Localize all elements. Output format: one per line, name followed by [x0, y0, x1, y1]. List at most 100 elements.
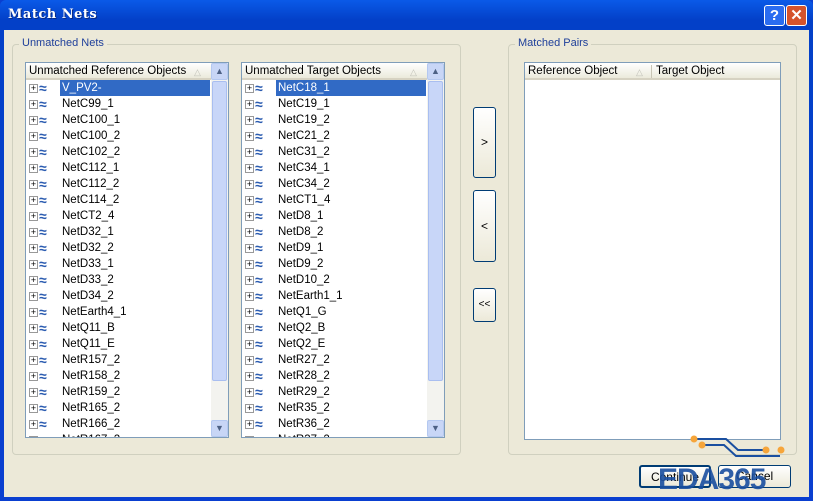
expand-icon[interactable]: +	[29, 228, 38, 237]
net-list-item[interactable]: + ≈ NetD32_2	[26, 240, 211, 256]
net-list-item[interactable]: + ≈ NetD34_2	[26, 288, 211, 304]
net-list-item[interactable]: + ≈ NetR28_2	[242, 368, 427, 384]
scroll-down-icon[interactable]: ▼	[427, 420, 444, 437]
expand-icon[interactable]: +	[245, 308, 254, 317]
net-list-item[interactable]: +≈ NetR37_2	[242, 432, 427, 437]
net-list-item[interactable]: + ≈ NetC102_2	[26, 144, 211, 160]
expand-icon[interactable]: +	[29, 164, 38, 173]
net-list-item[interactable]: + ≈ NetD8_2	[242, 224, 427, 240]
expand-icon[interactable]: +	[29, 420, 38, 429]
expand-icon[interactable]: +	[245, 260, 254, 269]
net-list-item[interactable]: + ≈ NetC31_2	[242, 144, 427, 160]
target-objects-list[interactable]: Unmatched Target Objects △ + ≈ NetC18_1 + ≈ Ne…	[241, 62, 445, 438]
help-button[interactable]: ?	[764, 5, 785, 26]
expand-icon[interactable]: +	[29, 132, 38, 141]
net-list-item[interactable]: + ≈ NetC99_1	[26, 96, 211, 112]
expand-icon[interactable]: +	[245, 116, 254, 125]
net-list-item[interactable]: + ≈ NetC34_1	[242, 160, 427, 176]
net-list-item[interactable]: + ≈ NetC19_2	[242, 112, 427, 128]
expand-icon[interactable]: +	[29, 244, 38, 253]
net-list-item[interactable]: + ≈ V_PV2-	[26, 80, 211, 96]
reference-objects-list[interactable]: Unmatched Reference Objects △ + ≈ V_PV2- + ≈ N…	[25, 62, 229, 438]
col-reference-object[interactable]: Reference Object	[528, 65, 618, 77]
expand-icon[interactable]: +	[245, 420, 254, 429]
net-list-item[interactable]: + ≈ NetQ2_E	[242, 336, 427, 352]
expand-icon[interactable]: +	[29, 100, 38, 109]
scroll-down-icon[interactable]: ▼	[211, 420, 228, 437]
net-list-item[interactable]: + ≈ NetR36_2	[242, 416, 427, 432]
net-list-item[interactable]: + ≈ NetR159_2	[26, 384, 211, 400]
net-list-item[interactable]: + ≈ NetD33_2	[26, 272, 211, 288]
net-list-item[interactable]: + ≈ NetD8_1	[242, 208, 427, 224]
expand-icon[interactable]: +	[245, 356, 254, 365]
close-button[interactable]: ✕	[786, 5, 807, 26]
net-list-item[interactable]: + ≈ NetQ1_G	[242, 304, 427, 320]
net-list-item[interactable]: + ≈ NetR165_2	[26, 400, 211, 416]
scroll-thumb[interactable]	[212, 81, 227, 381]
net-list-item[interactable]: + ≈ NetR158_2	[26, 368, 211, 384]
expand-icon[interactable]: +	[245, 196, 254, 205]
net-list-item[interactable]: + ≈ NetC114_2	[26, 192, 211, 208]
net-list-item[interactable]: + ≈ NetD10_2	[242, 272, 427, 288]
net-list-item[interactable]: + ≈ NetC34_2	[242, 176, 427, 192]
target-scrollbar[interactable]: ▲ ▼	[427, 63, 444, 437]
expand-icon[interactable]: +	[245, 372, 254, 381]
expand-icon[interactable]: +	[245, 244, 254, 253]
net-list-item[interactable]: + ≈ NetR35_2	[242, 400, 427, 416]
net-list-item[interactable]: + ≈ NetC19_1	[242, 96, 427, 112]
matched-pairs-list[interactable]: Reference Object △ Target Object	[524, 62, 781, 440]
expand-icon[interactable]: +	[245, 436, 254, 437]
expand-icon[interactable]: +	[245, 388, 254, 397]
net-list-item[interactable]: + ≈ NetR166_2	[26, 416, 211, 432]
expand-icon[interactable]: +	[29, 276, 38, 285]
unmatch-all-button[interactable]: <<	[473, 288, 496, 322]
expand-icon[interactable]: +	[29, 260, 38, 269]
reference-header[interactable]: Unmatched Reference Objects △	[26, 63, 228, 80]
expand-icon[interactable]: +	[29, 404, 38, 413]
expand-icon[interactable]: +	[245, 324, 254, 333]
net-list-item[interactable]: + ≈ NetC100_1	[26, 112, 211, 128]
expand-icon[interactable]: +	[29, 324, 38, 333]
net-list-item[interactable]: + ≈ NetC21_2	[242, 128, 427, 144]
net-list-item[interactable]: + ≈ NetC18_1	[242, 80, 427, 96]
net-list-item[interactable]: +≈ NetR167_2	[26, 432, 211, 437]
expand-icon[interactable]: +	[245, 212, 254, 221]
scroll-up-icon[interactable]: ▲	[427, 63, 444, 80]
column-divider[interactable]	[651, 65, 652, 78]
net-list-item[interactable]: + ≈ NetQ11_E	[26, 336, 211, 352]
expand-icon[interactable]: +	[245, 100, 254, 109]
expand-icon[interactable]: +	[29, 180, 38, 189]
expand-icon[interactable]: +	[245, 148, 254, 157]
net-list-item[interactable]: + ≈ NetC112_1	[26, 160, 211, 176]
match-button[interactable]: >	[473, 107, 496, 178]
net-list-item[interactable]: + ≈ NetEarth4_1	[26, 304, 211, 320]
expand-icon[interactable]: +	[29, 292, 38, 301]
expand-icon[interactable]: +	[245, 164, 254, 173]
expand-icon[interactable]: +	[29, 436, 38, 437]
net-list-item[interactable]: + ≈ NetEarth1_1	[242, 288, 427, 304]
net-list-item[interactable]: + ≈ NetCT2_4	[26, 208, 211, 224]
net-list-item[interactable]: + ≈ NetC112_2	[26, 176, 211, 192]
unmatch-button[interactable]: <	[473, 190, 496, 262]
expand-icon[interactable]: +	[29, 116, 38, 125]
expand-icon[interactable]: +	[29, 148, 38, 157]
expand-icon[interactable]: +	[29, 388, 38, 397]
net-list-item[interactable]: + ≈ NetR29_2	[242, 384, 427, 400]
net-list-item[interactable]: + ≈ NetD9_1	[242, 240, 427, 256]
net-list-item[interactable]: + ≈ NetR27_2	[242, 352, 427, 368]
expand-icon[interactable]: +	[245, 340, 254, 349]
expand-icon[interactable]: +	[245, 228, 254, 237]
expand-icon[interactable]: +	[29, 356, 38, 365]
net-list-item[interactable]: + ≈ NetD9_2	[242, 256, 427, 272]
scroll-up-icon[interactable]: ▲	[211, 63, 228, 80]
expand-icon[interactable]: +	[29, 372, 38, 381]
net-list-item[interactable]: + ≈ NetQ11_B	[26, 320, 211, 336]
net-list-item[interactable]: + ≈ NetD33_1	[26, 256, 211, 272]
expand-icon[interactable]: +	[245, 276, 254, 285]
col-target-object[interactable]: Target Object	[656, 63, 724, 79]
expand-icon[interactable]: +	[245, 292, 254, 301]
net-list-item[interactable]: + ≈ NetC100_2	[26, 128, 211, 144]
net-list-item[interactable]: + ≈ NetCT1_4	[242, 192, 427, 208]
expand-icon[interactable]: +	[29, 196, 38, 205]
net-list-item[interactable]: + ≈ NetD32_1	[26, 224, 211, 240]
